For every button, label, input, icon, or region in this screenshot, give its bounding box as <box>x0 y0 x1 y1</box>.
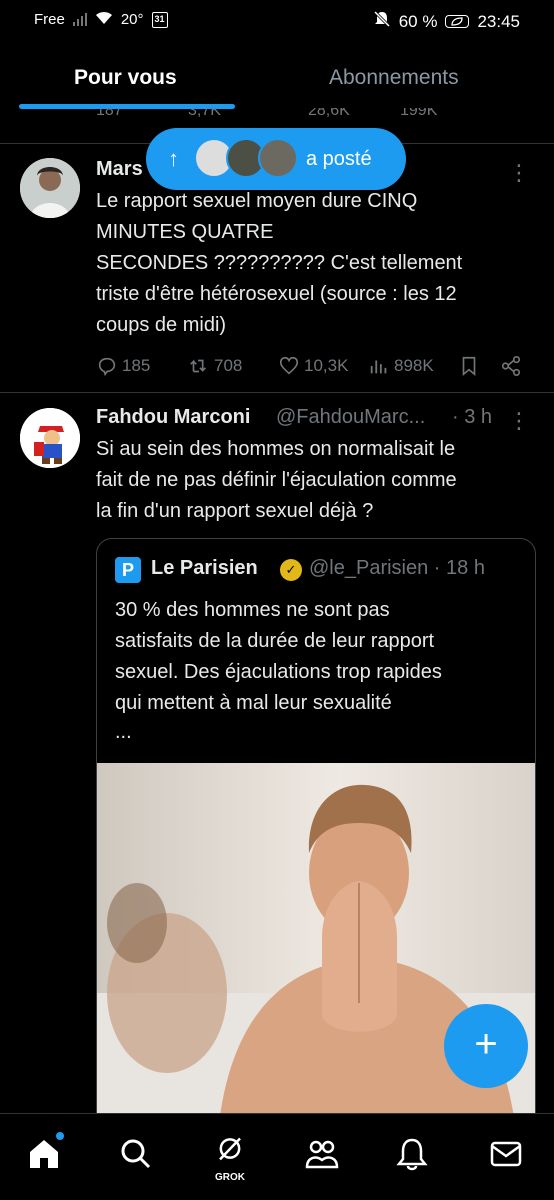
wifi-icon <box>95 11 113 28</box>
previous-tweet-actions: 187 3,7K 28,6K 199K <box>96 108 536 130</box>
signal-icon <box>72 13 87 26</box>
verified-badge-icon: ✓ <box>280 559 302 581</box>
notification-dot <box>56 1132 64 1140</box>
bookmark-button[interactable] <box>458 355 480 377</box>
bookmark-icon <box>462 356 476 377</box>
new-posts-label: a posté <box>306 148 372 170</box>
avatar <box>258 138 298 178</box>
more-options-icon[interactable]: ⋮ <box>508 408 530 434</box>
divider <box>0 392 554 393</box>
home-icon <box>30 1140 58 1168</box>
mute-bell-icon <box>373 10 391 33</box>
retweet-count[interactable]: 3,7K <box>188 108 221 120</box>
search-icon <box>121 1139 151 1169</box>
le-parisien-logo: P <box>115 557 141 583</box>
view-count: 898K <box>394 356 434 375</box>
quoted-text: 30 % des hommes ne sont pas satisfaits d… <box>115 599 442 714</box>
avatar[interactable] <box>20 158 80 218</box>
like-button[interactable]: 10,3K <box>278 355 348 377</box>
bottom-navigation: GROK <box>0 1113 554 1200</box>
timeline-tabs: Pour vous Abonnements <box>0 52 554 110</box>
reply-count: 185 <box>122 356 151 375</box>
share-icon <box>501 356 521 376</box>
tweet-text: Si au sein des hommes on normalisait le … <box>96 438 457 522</box>
avatar[interactable] <box>20 408 80 468</box>
like-count[interactable]: 28,6K <box>308 108 350 120</box>
like-count: 10,3K <box>304 356 349 375</box>
view-count[interactable]: 199K <box>400 108 437 120</box>
new-posts-pill[interactable]: ↑ a posté <box>146 128 406 190</box>
bell-icon <box>396 1138 428 1171</box>
author-name[interactable]: Mars <box>96 158 143 181</box>
battery-saver-icon <box>445 15 470 28</box>
carrier-label: Free <box>34 11 65 28</box>
calendar-icon: 31 <box>151 11 168 28</box>
more-options-icon[interactable]: ⋮ <box>508 160 530 186</box>
heart-icon <box>279 356 299 375</box>
nav-grok[interactable]: GROK <box>210 1136 250 1183</box>
retweet-count: 708 <box>214 356 243 375</box>
quoted-handle-time: @le_Parisien · 18 h <box>309 557 485 579</box>
tweet-actions: 185 708 10,3K 898K <box>96 355 536 383</box>
clock: 23:45 <box>477 11 520 31</box>
compose-post-button[interactable]: + <box>444 1004 528 1088</box>
status-bar: Free 20° 31 60 % 23:45 <box>0 0 554 40</box>
nav-search[interactable] <box>118 1136 158 1180</box>
tweet-time: · 3 h <box>452 406 493 428</box>
tweet-text: Le rapport sexuel moyen dure CINQ MINUTE… <box>96 190 463 336</box>
temperature: 20° <box>120 11 144 28</box>
author-name[interactable]: Fahdou Marconi <box>96 406 250 429</box>
nav-notifications[interactable] <box>394 1136 434 1180</box>
battery-percent: 60 % <box>398 11 438 31</box>
nav-communities[interactable] <box>304 1136 344 1180</box>
tab-abonnements[interactable]: Abonnements <box>329 66 459 90</box>
nav-home[interactable] <box>26 1132 66 1180</box>
retweet-icon <box>190 359 207 373</box>
reply-icon <box>98 357 116 377</box>
nav-messages[interactable] <box>488 1136 528 1180</box>
share-button[interactable] <box>500 355 522 377</box>
views-icon <box>370 360 387 374</box>
communities-icon <box>305 1140 339 1169</box>
views-button[interactable]: 898K <box>368 355 434 377</box>
tab-pour-vous[interactable]: Pour vous <box>74 66 177 90</box>
retweet-button[interactable]: 708 <box>188 355 242 377</box>
reply-count[interactable]: 187 <box>96 108 123 120</box>
reply-button[interactable]: 185 <box>96 355 150 377</box>
author-handle[interactable]: @FahdouMarc... <box>276 406 425 429</box>
grok-icon <box>219 1137 241 1161</box>
quoted-author-name: Le Parisien <box>151 557 258 579</box>
grok-label: GROK <box>215 1172 245 1183</box>
arrow-up-icon: ↑ <box>168 146 179 171</box>
quoted-more: ... <box>115 721 132 743</box>
mail-icon <box>490 1141 522 1167</box>
